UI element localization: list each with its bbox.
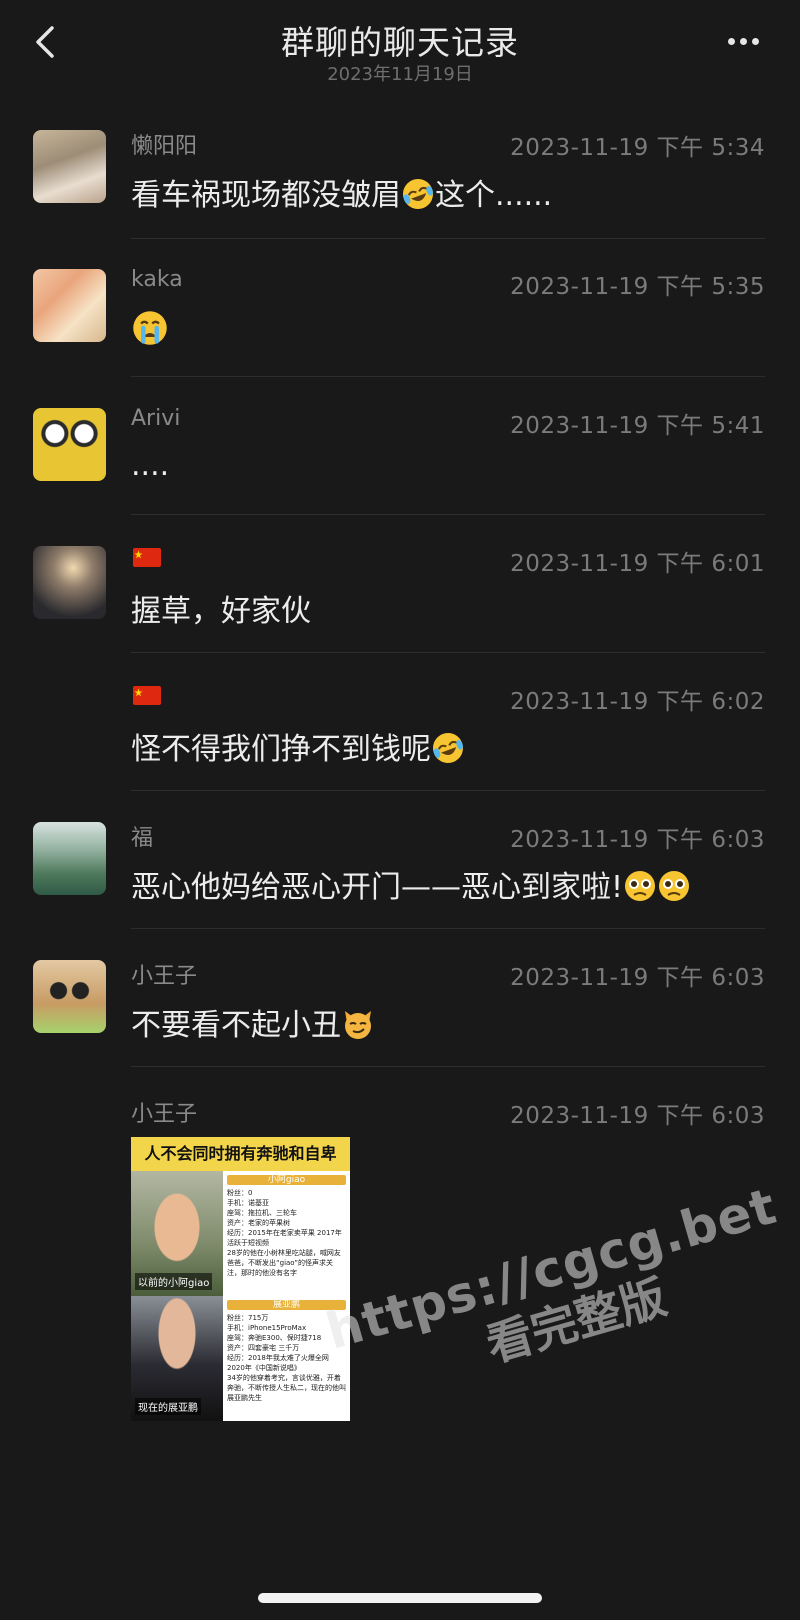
sender-name: Arivi [131, 406, 181, 431]
history-date: 2023年11月19日 [327, 64, 473, 85]
message-text: .... [131, 448, 170, 483]
message-time: 2023-11-19 下午 6:03 [510, 965, 765, 991]
person-photo: 现在的展亚鹏 [131, 1296, 223, 1421]
watermark: https://cgcg.bet 看完整版 [320, 1177, 799, 1417]
pleading-emoji-icon [625, 871, 656, 901]
laughing-crying-emoji-icon [433, 733, 463, 763]
smirk-cat-emoji-icon [345, 1011, 371, 1039]
sender-name: 懒阳阳 [131, 134, 198, 159]
message-time: 2023-11-19 下午 5:41 [510, 413, 765, 439]
info-line: 资产：老家的苹果树 [227, 1219, 290, 1227]
sender-name: 福 [131, 826, 154, 851]
message-time: 2023-11-19 下午 6:03 [510, 1103, 765, 1129]
china-flag-icon [133, 548, 161, 567]
home-indicator[interactable] [258, 1593, 542, 1603]
person-name: 小阿giao [227, 1175, 346, 1185]
message-time: 2023-11-19 下午 6:03 [510, 827, 765, 853]
sender-name: 小王子 [131, 1102, 198, 1127]
message-text: 恶心他妈给恶心开门——恶心到家啦! [131, 862, 691, 906]
laughing-crying-emoji-icon [403, 179, 433, 209]
sender-name: 小王子 [131, 964, 198, 989]
crying-emoji-icon [133, 311, 167, 345]
info-line: 经历：2015年在老家卖苹果 2017年活跃于短视频 [227, 1229, 342, 1247]
info-line: 28岁的他在小树林里吃站腿，喊网友爸爸，不断发出“giao”的怪声求关注，那时的… [227, 1249, 341, 1277]
avatar[interactable] [33, 822, 106, 895]
info-line: 手机：诺基亚 [227, 1199, 269, 1207]
divider [131, 652, 765, 653]
divider [131, 376, 765, 377]
photo-caption: 以前的小阿giao [135, 1273, 213, 1290]
message-text: 怪不得我们挣不到钱呢 [131, 724, 465, 768]
person-photo: 以前的小阿giao [131, 1171, 223, 1296]
message-text: 握草，好家伙 [131, 594, 311, 629]
chat-history-header: 群聊的聊天记录 2023年11月19日 [0, 0, 800, 110]
divider [131, 928, 765, 929]
avatar[interactable] [33, 546, 106, 619]
image-attachment[interactable]: 人不会同时拥有奔驰和自卑 以前的小阿giao 小阿giao 粉丝：0 手机：诺基… [131, 1137, 350, 1421]
sender-name: kaka [131, 267, 183, 292]
card-section-before: 以前的小阿giao 小阿giao 粉丝：0 手机：诺基亚 座驾：拖拉机、三轮车 … [131, 1171, 350, 1296]
person-info: 小阿giao 粉丝：0 手机：诺基亚 座驾：拖拉机、三轮车 资产：老家的苹果树 … [227, 1175, 346, 1278]
info-line: 34岁的他穿着考究，言谈优雅，开着奔驰，不断传授人生私二，现在的他叫展亚鹏先生 [227, 1374, 346, 1402]
china-flag-icon [133, 686, 161, 705]
avatar[interactable] [33, 408, 106, 481]
avatar[interactable] [33, 960, 106, 1033]
card-section-after: 现在的展亚鹏 展亚鹏 粉丝：715万 手机：iPhone15ProMax 座驾：… [131, 1296, 350, 1421]
divider [131, 238, 765, 239]
info-line: 经历：2018年我太难了火爆全网 2020年《中国新说唱》 [227, 1354, 329, 1372]
photo-caption: 现在的展亚鹏 [135, 1398, 201, 1415]
more-dots-icon[interactable] [728, 30, 768, 50]
avatar[interactable] [33, 130, 106, 203]
divider [131, 1066, 765, 1067]
info-line: 资产：四套豪宅 三千万 [227, 1344, 300, 1352]
card-title: 人不会同时拥有奔驰和自卑 [131, 1137, 350, 1171]
page-title: 群聊的聊天记录 [281, 23, 519, 62]
message-time: 2023-11-19 下午 5:35 [510, 274, 765, 300]
message-text: 看车祸现场都没皱眉 这个...... [131, 170, 552, 214]
divider [131, 514, 765, 515]
message-text: 不要看不起小丑 [131, 1000, 375, 1044]
divider [131, 790, 765, 791]
message-time: 2023-11-19 下午 6:01 [510, 551, 765, 577]
message-text [131, 309, 169, 349]
avatar[interactable] [33, 269, 106, 342]
info-line: 粉丝：0 [227, 1189, 253, 1197]
message-time: 2023-11-19 下午 6:02 [510, 689, 765, 715]
pleading-emoji-icon [659, 871, 690, 901]
info-line: 座驾：拖拉机、三轮车 [227, 1209, 297, 1217]
message-time: 2023-11-19 下午 5:34 [510, 135, 765, 161]
